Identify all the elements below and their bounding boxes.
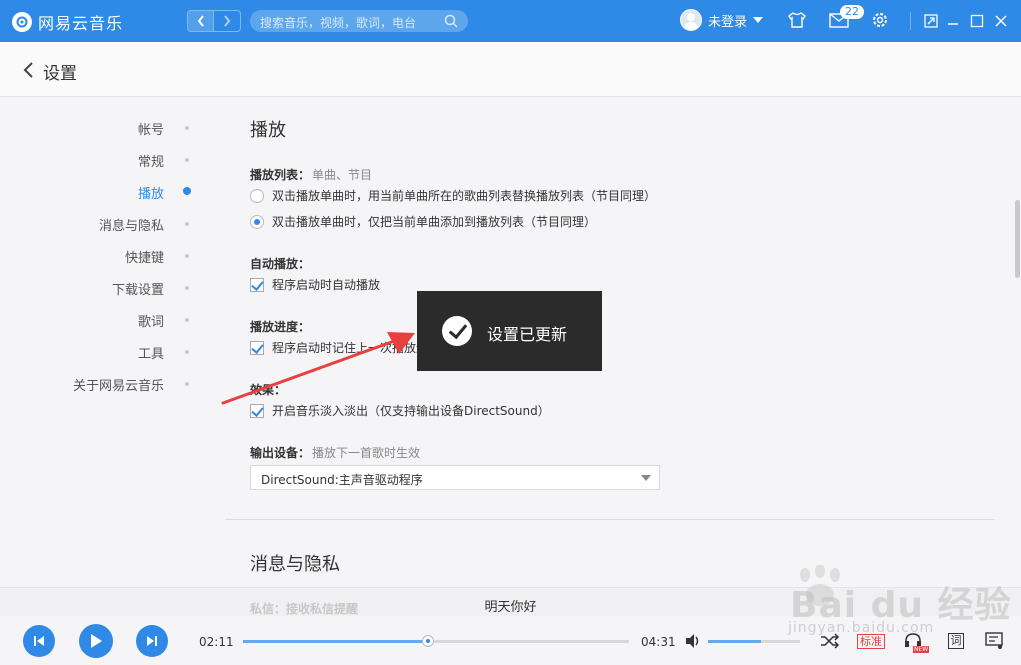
radio-button[interactable] [250, 188, 264, 203]
sidebar-item-shortcuts[interactable]: 快捷键 [125, 247, 164, 266]
playlist-label: 播放列表： 单曲、节目 [250, 168, 373, 182]
settings-updated-toast: 设置已更新 [417, 291, 602, 371]
user-menu[interactable]: 未登录 [680, 9, 764, 31]
next-button[interactable] [136, 625, 168, 657]
playlist-icon[interactable] [985, 632, 1005, 650]
app-logo[interactable]: 网易云音乐 [12, 10, 123, 34]
sidebar-item-tools[interactable]: 工具 [138, 343, 164, 362]
title-bar: 网易云音乐 搜索音乐，视频，歌词，电台 未登录 22 [0, 0, 1021, 42]
radio-button-selected[interactable] [250, 214, 264, 229]
chevron-left-icon [197, 15, 204, 27]
chevron-right-icon [224, 15, 231, 27]
progress-slider[interactable] [243, 635, 629, 647]
minimize-icon[interactable] [946, 14, 960, 28]
history-nav [187, 10, 241, 32]
elapsed-time: 02:11 [199, 635, 234, 649]
lyrics-toggle[interactable]: 词 [948, 633, 964, 649]
autoplay-option[interactable]: 程序启动时自动播放 [250, 276, 380, 293]
sidebar-item-general[interactable]: 常规 [138, 151, 164, 170]
volume-icon[interactable] [684, 633, 702, 649]
quality-badge[interactable]: 标准 [857, 634, 885, 649]
skin-tshirt-icon[interactable] [787, 11, 807, 29]
sidebar-item-download[interactable]: 下载设置 [112, 279, 164, 298]
volume-slider[interactable] [708, 640, 800, 643]
previous-icon [34, 636, 44, 646]
next-icon [147, 636, 157, 646]
progress-knob[interactable] [422, 635, 435, 647]
sidebar-item-lyrics[interactable]: 歌词 [138, 311, 164, 330]
toast-message: 设置已更新 [487, 325, 568, 344]
back-nav-button[interactable] [187, 10, 214, 32]
dropdown-arrow-icon [641, 475, 651, 481]
settings-sidebar: 帐号 常规 播放 消息与隐私 快捷键 下载设置 歌词 工具 关于网易云音乐 [0, 97, 200, 587]
maximize-icon[interactable] [970, 14, 984, 28]
sidebar-item-playback[interactable]: 播放 [138, 183, 164, 202]
mini-mode-icon[interactable] [924, 14, 938, 28]
watermark-url: jingyan.baidu.com [788, 620, 935, 636]
checkbox-label: 程序启动时自动播放 [272, 278, 381, 292]
search-input[interactable]: 搜索音乐，视频，歌词，电台 [250, 10, 468, 32]
sidebar-dot [185, 222, 189, 226]
app-name: 网易云音乐 [38, 14, 124, 33]
sidebar-dot [185, 158, 189, 162]
user-label: 未登录 [708, 14, 748, 30]
autoplay-label: 自动播放： [250, 257, 311, 271]
avatar [680, 9, 702, 31]
netease-logo-icon [12, 12, 32, 32]
output-device-label: 输出设备： 播放下一首歌时生效 [250, 446, 421, 460]
back-arrow-icon[interactable] [22, 61, 34, 79]
total-time: 04:31 [641, 635, 676, 649]
sidebar-item-privacy[interactable]: 消息与隐私 [99, 215, 164, 234]
previous-button[interactable] [23, 625, 55, 657]
playlist-hint: 单曲、节目 [312, 168, 373, 182]
page-header: 设置 [0, 42, 1021, 97]
section-heading-privacy: 消息与隐私 [250, 554, 340, 575]
sidebar-dot [185, 382, 189, 386]
section-heading-playback: 播放 [250, 120, 286, 141]
playlist-option-replace[interactable]: 双击播放单曲时，用当前单曲所在的歌曲列表替换播放列表（节目同理） [250, 187, 656, 204]
message-count-badge: 22 [840, 5, 864, 19]
radio-label: 双击播放单曲时，仅把当前单曲添加到播放列表（节目同理） [272, 215, 597, 229]
gear-icon[interactable] [871, 11, 889, 29]
search-placeholder: 搜索音乐，视频，歌词，电台 [260, 16, 417, 30]
sidebar-dot-active [183, 187, 191, 195]
output-device-value: DirectSound:主声音驱动程序 [261, 473, 423, 487]
section-divider [225, 519, 995, 520]
red-arrow-annotation-icon [221, 332, 415, 405]
sidebar-item-account[interactable]: 帐号 [138, 119, 164, 138]
page-title: 设置 [43, 64, 77, 84]
volume-fill [708, 640, 762, 643]
progress-fill [243, 640, 429, 643]
sidebar-dot [185, 286, 189, 290]
autoplay-checkbox[interactable] [250, 277, 264, 292]
sidebar-dot [185, 350, 189, 354]
radio-label: 双击播放单曲时，用当前单曲所在的歌曲列表替换播放列表（节目同理） [272, 189, 657, 203]
scrollbar-thumb[interactable] [1015, 200, 1020, 278]
sidebar-dot [185, 318, 189, 322]
chevron-down-icon [753, 17, 764, 23]
new-tag: NEW [913, 646, 930, 653]
output-device-hint: 播放下一首歌时生效 [312, 446, 421, 460]
close-icon[interactable] [994, 14, 1008, 28]
playlist-option-append[interactable]: 双击播放单曲时，仅把当前单曲添加到播放列表（节目同理） [250, 213, 596, 230]
play-icon [91, 634, 102, 648]
sidebar-dot [185, 254, 189, 258]
check-circle-icon [442, 316, 472, 346]
play-button[interactable] [79, 624, 113, 658]
output-device-select[interactable]: DirectSound:主声音驱动程序 [250, 465, 660, 490]
window-controls-divider [910, 12, 911, 30]
search-icon[interactable] [444, 14, 458, 28]
forward-nav-button[interactable] [214, 10, 241, 32]
sidebar-item-about[interactable]: 关于网易云音乐 [73, 375, 164, 394]
sidebar-dot [185, 126, 189, 130]
